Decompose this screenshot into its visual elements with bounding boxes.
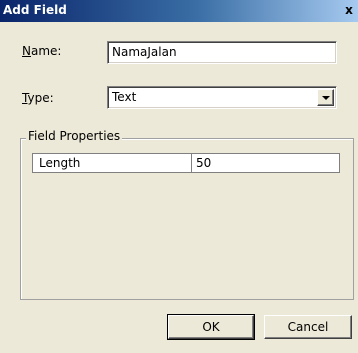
chevron-down-icon[interactable] [317, 89, 334, 106]
property-value-cell[interactable]: 50 [196, 154, 211, 172]
properties-grid[interactable]: Length 50 [32, 153, 340, 173]
name-input[interactable]: NamaJalan [107, 41, 337, 64]
name-input-value: NamaJalan [112, 45, 177, 59]
type-select-value: Text [112, 90, 137, 104]
type-label-text: ype: [27, 91, 54, 105]
grid-column-separator [191, 154, 192, 172]
type-select[interactable]: Text [107, 86, 337, 109]
name-label: Name: [22, 44, 61, 58]
ok-button[interactable]: OK [167, 314, 255, 340]
cancel-button[interactable]: Cancel [264, 315, 352, 339]
name-label-text: ame: [30, 44, 62, 58]
close-icon[interactable]: x [342, 3, 356, 17]
name-label-accel: N [22, 44, 31, 58]
title-bar[interactable]: Add Field x [0, 0, 358, 22]
type-label: Type: [22, 91, 54, 105]
field-properties-legend: Field Properties [26, 129, 123, 143]
window-title: Add Field [3, 3, 67, 17]
property-name-cell: Length [39, 156, 81, 170]
